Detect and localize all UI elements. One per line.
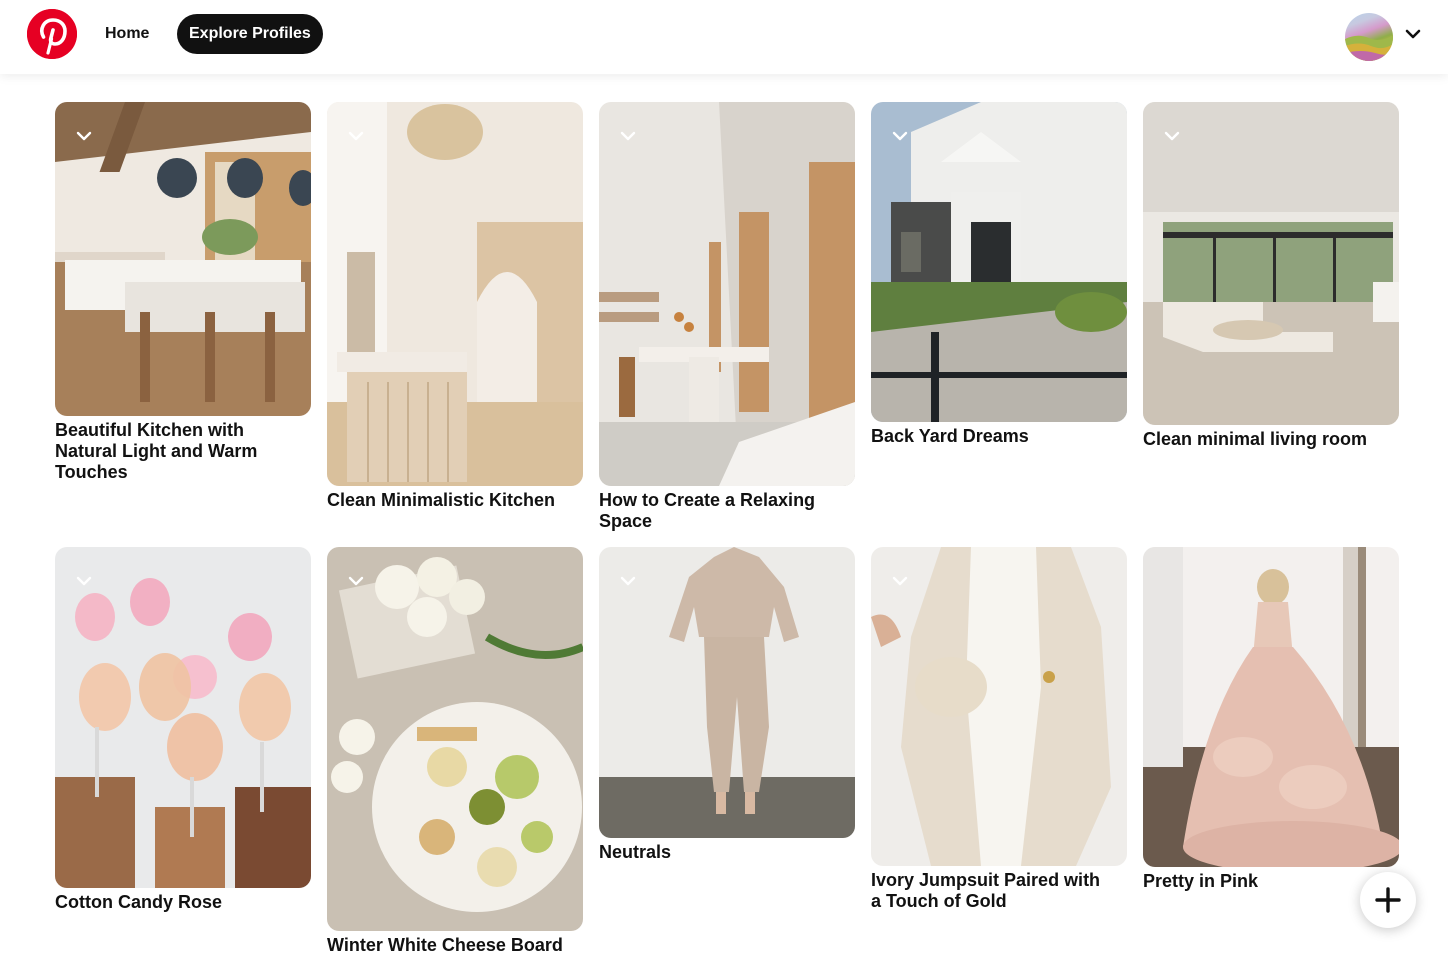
chevron-down-icon[interactable] [1161, 125, 1183, 147]
chevron-down-icon[interactable] [617, 125, 639, 147]
pin-title: Ivory Jumpsuit Paired with a Touch of Go… [871, 870, 1101, 911]
pin-title: How to Create a Relaxing Space [599, 490, 816, 531]
pin-card[interactable]: Ivory Jumpsuit Paired with a Touch of Go… [871, 547, 1127, 912]
chevron-down-icon[interactable] [345, 570, 367, 592]
chevron-down-icon[interactable] [73, 570, 95, 592]
pinterest-logo-icon[interactable] [27, 9, 77, 59]
pin-card[interactable]: Clean Minimalistic Kitchen [327, 102, 583, 511]
chevron-down-icon[interactable] [1401, 22, 1425, 46]
pin-image[interactable] [327, 102, 583, 486]
chevron-down-icon[interactable] [889, 570, 911, 592]
pin-title: Neutrals [599, 842, 672, 862]
pin-title: Clean minimal living room [1143, 429, 1368, 449]
chevron-down-icon[interactable] [345, 125, 367, 147]
pin-title: Back Yard Dreams [871, 426, 1029, 446]
pin-image[interactable] [1143, 102, 1399, 425]
add-pin-button[interactable] [1360, 872, 1416, 928]
pin-title: Winter White Cheese Board [327, 935, 563, 955]
avatar[interactable] [1345, 13, 1393, 61]
pin-card[interactable]: Cotton Candy Rose [55, 547, 311, 913]
pin-image[interactable] [599, 102, 855, 486]
pin-card[interactable]: Back Yard Dreams [871, 102, 1127, 447]
nav-explore-profiles-button[interactable]: Explore Profiles [177, 14, 323, 54]
pin-title: Cotton Candy Rose [55, 892, 223, 912]
pin-image[interactable] [55, 547, 311, 888]
pin-title: Pretty in Pink [1143, 871, 1259, 891]
chevron-down-icon[interactable] [73, 125, 95, 147]
pin-image[interactable] [871, 102, 1127, 422]
pin-image[interactable] [1143, 547, 1399, 867]
pin-title: Clean Minimalistic Kitchen [327, 490, 556, 510]
chevron-down-icon[interactable] [617, 570, 639, 592]
pin-image[interactable] [327, 547, 583, 931]
top-navigation-bar: Home Explore Profiles [0, 0, 1448, 74]
pin-card[interactable]: Pretty in Pink [1143, 547, 1399, 892]
plus-icon [1375, 887, 1401, 913]
pin-card[interactable]: How to Create a Relaxing Space [599, 102, 855, 532]
pin-title: Beautiful Kitchen with Natural Light and… [55, 420, 258, 482]
pin-card[interactable]: Beautiful Kitchen with Natural Light and… [55, 102, 311, 483]
pin-card[interactable]: Winter White Cheese Board [327, 547, 583, 956]
nav-home-link[interactable]: Home [93, 14, 161, 54]
pin-image[interactable] [871, 547, 1127, 866]
pin-card[interactable]: Clean minimal living room [1143, 102, 1399, 450]
pin-image[interactable] [55, 102, 311, 416]
pin-image[interactable] [599, 547, 855, 838]
chevron-down-icon[interactable] [889, 125, 911, 147]
pin-card[interactable]: Neutrals [599, 547, 855, 863]
